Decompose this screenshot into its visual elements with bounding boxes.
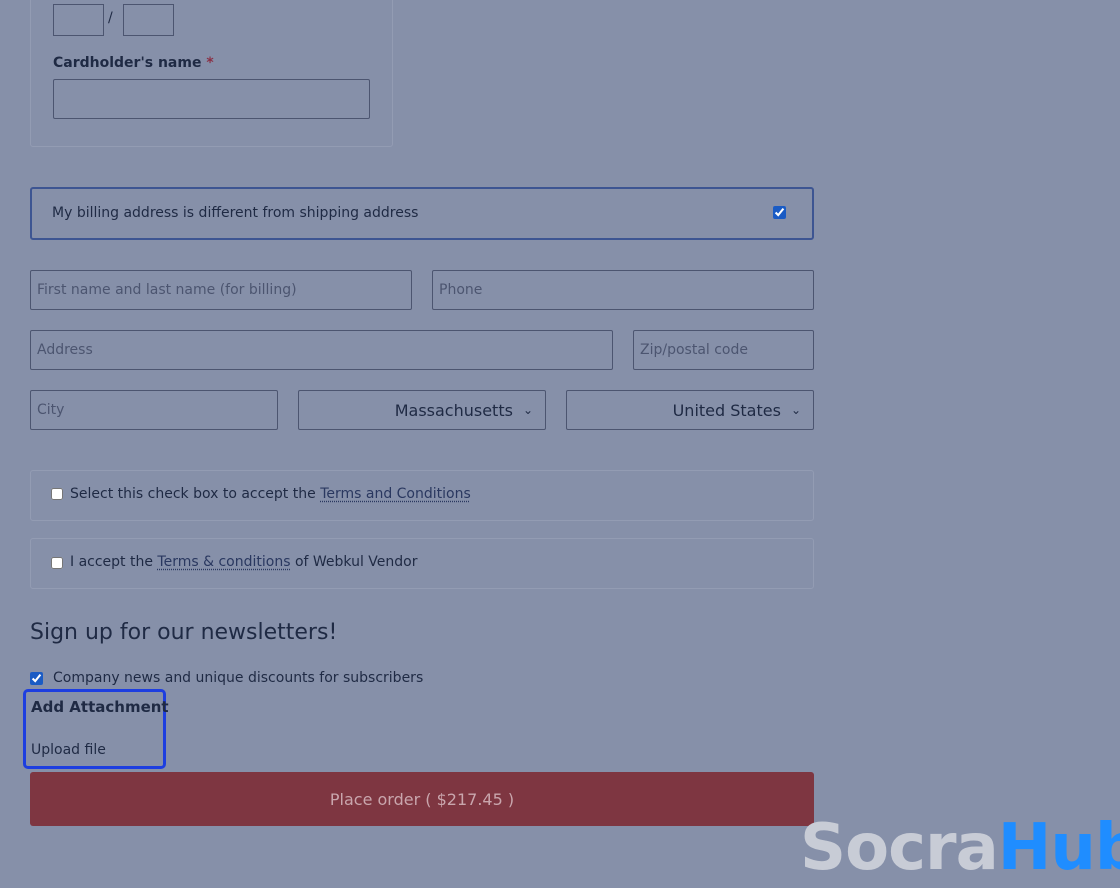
socrahub-logo: SocraHub <box>800 811 1120 885</box>
billing-address-input[interactable] <box>30 330 613 370</box>
terms-checkbox[interactable] <box>51 488 63 500</box>
newsletter-checkbox[interactable] <box>30 672 43 685</box>
required-mark: * <box>206 55 214 71</box>
attachment-title: Add Attachment <box>31 698 169 716</box>
billing-city-input[interactable] <box>30 390 278 430</box>
state-select[interactable]: Massachusetts ⌄ <box>298 390 546 430</box>
vendor-terms-label: I accept the Terms & conditions of Webku… <box>70 554 418 570</box>
billing-name-input[interactable] <box>30 270 412 310</box>
newsletter-title: Sign up for our newsletters! <box>30 620 338 645</box>
place-order-button[interactable]: Place order ( $217.45 ) <box>30 772 814 826</box>
country-select-value: United States <box>672 400 781 420</box>
chevron-down-icon: ⌄ <box>522 403 533 417</box>
terms-label: Select this check box to accept the Term… <box>70 486 471 502</box>
billing-different-checkbox[interactable] <box>773 206 786 219</box>
expiry-year-input[interactable] <box>123 4 174 36</box>
chevron-down-icon: ⌄ <box>790 403 801 417</box>
expiry-month-input[interactable] <box>53 4 104 36</box>
state-select-value: Massachusetts <box>394 400 513 420</box>
cardholder-name-input[interactable] <box>53 79 370 119</box>
upload-file-button[interactable]: Upload file <box>31 742 106 758</box>
vendor-terms-checkbox[interactable] <box>51 557 63 569</box>
country-select[interactable]: United States ⌄ <box>566 390 814 430</box>
cardholder-name-label: Cardholder's name * <box>53 55 214 71</box>
billing-phone-input[interactable] <box>432 270 814 310</box>
terms-link[interactable]: Terms and Conditions <box>320 486 471 502</box>
billing-different-label: My billing address is different from shi… <box>52 205 419 221</box>
expiry-separator: / <box>108 10 113 26</box>
newsletter-option-label: Company news and unique discounts for su… <box>53 670 424 686</box>
vendor-terms-link[interactable]: Terms & conditions <box>157 554 290 570</box>
billing-zip-input[interactable] <box>633 330 814 370</box>
